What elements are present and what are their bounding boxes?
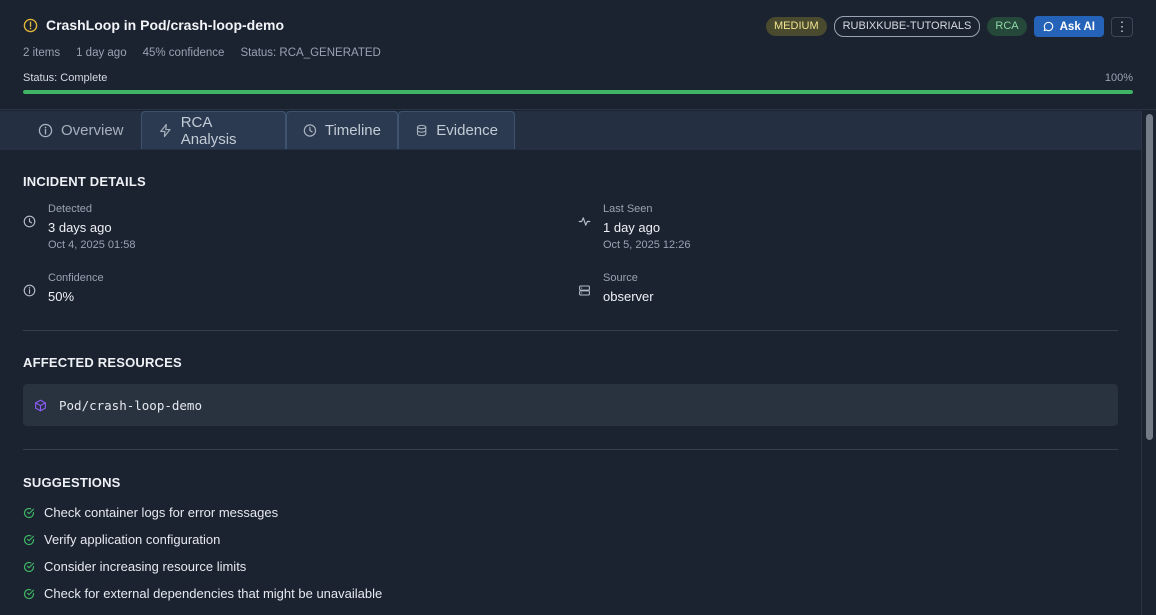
suggestion-text: Check container logs for error messages — [44, 505, 279, 520]
tab-label: RCA Analysis — [180, 113, 237, 148]
last-updated: 1 day ago — [76, 47, 127, 59]
title-row: CrashLoop in Pod/crash-loop-demo — [23, 17, 284, 33]
item-count: 2 items — [23, 47, 61, 59]
tab-label: Overview — [61, 121, 124, 139]
detected-value: 3 days ago — [48, 220, 112, 235]
suggestion-item: Check container logs for error messages — [23, 505, 278, 520]
check-circle-icon — [23, 561, 35, 572]
more-options-button[interactable]: ⋮ — [1111, 16, 1133, 37]
severity-badge: MEDIUM — [766, 17, 827, 36]
section-divider — [23, 330, 1118, 331]
tab-bar: Overview RCA Analysis Timeline Evidence — [0, 111, 1141, 150]
cube-icon — [35, 399, 46, 411]
tab-overview[interactable]: Overview — [22, 111, 140, 149]
namespace-badge: RUBIXKUBE-TUTORIALS — [833, 16, 981, 37]
database-icon — [416, 124, 427, 137]
suggestion-text: Verify application configuration — [44, 532, 221, 547]
clock-icon — [303, 124, 317, 137]
tab-content: INCIDENT DETAILS Detected 3 days ago Oct… — [0, 150, 1141, 615]
source-label: Source — [603, 272, 638, 284]
affected-resources-heading: AFFECTED RESOURCES — [23, 355, 182, 370]
bolt-icon — [160, 123, 171, 138]
info-icon — [38, 123, 53, 137]
progress-percent: 100% — [1104, 72, 1133, 84]
suggestions-heading: SUGGESTIONS — [23, 475, 121, 490]
detected-label: Detected — [48, 203, 93, 215]
tab-rca-analysis[interactable]: RCA Analysis — [141, 111, 286, 149]
section-divider — [23, 449, 1118, 450]
tab-evidence[interactable]: Evidence — [398, 111, 515, 149]
progress-bar — [23, 90, 1133, 94]
activity-icon — [578, 217, 591, 226]
source-value: observer — [603, 289, 654, 304]
chat-icon — [1043, 21, 1053, 32]
confidence-summary: 45% confidence — [142, 47, 225, 59]
page-title: CrashLoop in Pod/crash-loop-demo — [46, 17, 285, 33]
server-icon — [579, 285, 590, 296]
scrollbar-thumb[interactable] — [1146, 114, 1153, 440]
warning-icon — [23, 18, 38, 32]
resource-item[interactable]: Pod/crash-loop-demo — [23, 384, 1118, 426]
status-label: Status: Complete — [23, 72, 108, 84]
status-row: Status: Complete 100% — [23, 72, 1133, 84]
incident-details-heading: INCIDENT DETAILS — [23, 174, 146, 189]
check-circle-icon — [23, 534, 35, 545]
detected-timestamp: Oct 4, 2025 01:58 — [48, 239, 136, 251]
last-seen-label: Last Seen — [603, 203, 653, 215]
type-badge: RCA — [987, 17, 1027, 36]
suggestion-text: Check for external dependencies that mig… — [44, 586, 383, 601]
info-icon — [23, 284, 36, 297]
suggestion-item: Check for external dependencies that mig… — [23, 586, 382, 601]
confidence-value: 50% — [48, 289, 75, 304]
meta-row: 2 items 1 day ago 45% confidence Status:… — [23, 47, 381, 59]
ask-ai-button[interactable]: Ask AI — [1033, 16, 1104, 37]
rca-status: Status: RCA_GENERATED — [240, 47, 381, 59]
badge-group: MEDIUM RUBIXKUBE-TUTORIALS RCA Ask AI ⋮ — [766, 16, 1133, 37]
ask-ai-label: Ask AI — [1059, 20, 1095, 33]
last-seen-timestamp: Oct 5, 2025 12:26 — [603, 239, 691, 251]
incident-header: CrashLoop in Pod/crash-loop-demo 2 items… — [0, 0, 1156, 110]
check-circle-icon — [23, 507, 35, 518]
confidence-label: Confidence — [48, 272, 104, 284]
suggestion-item: Verify application configuration — [23, 532, 220, 547]
scrollbar[interactable] — [1141, 111, 1156, 615]
suggestion-text: Consider increasing resource limits — [44, 559, 247, 574]
last-seen-value: 1 day ago — [603, 220, 661, 235]
progress-fill — [23, 90, 1133, 94]
clock-icon — [23, 215, 36, 228]
resource-name: Pod/crash-loop-demo — [59, 397, 202, 413]
tab-timeline[interactable]: Timeline — [286, 111, 398, 149]
suggestion-item: Consider increasing resource limits — [23, 559, 246, 574]
check-circle-icon — [23, 588, 35, 599]
tab-label: Evidence — [436, 122, 498, 139]
tab-label: Timeline — [324, 122, 381, 139]
